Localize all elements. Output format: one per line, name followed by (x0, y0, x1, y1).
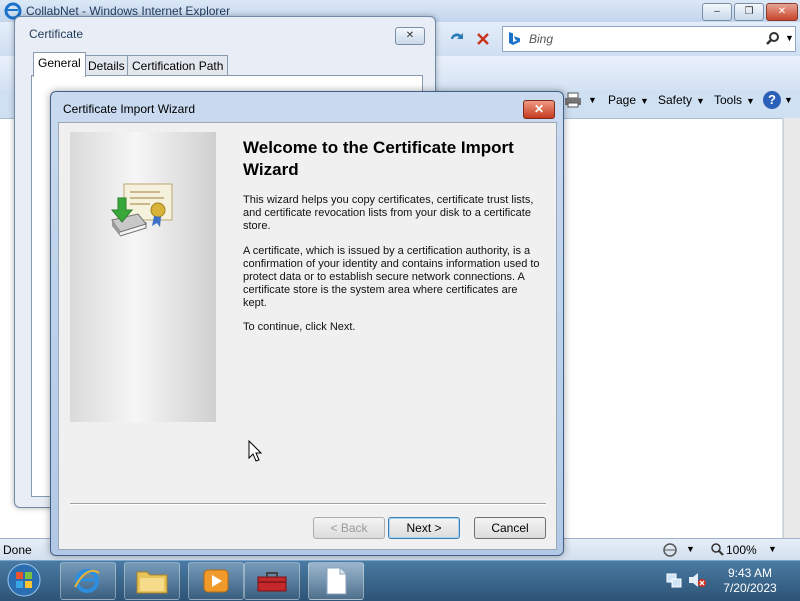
zoom-dropdown-icon[interactable]: ▼ (768, 544, 777, 554)
taskbar-media-player[interactable] (188, 562, 244, 600)
wizard-close-button[interactable]: ✕ (523, 100, 555, 119)
system-clock[interactable]: 9:43 AM 7/20/2023 (706, 566, 794, 596)
network-icon[interactable] (666, 572, 682, 588)
certificate-dialog-close-button[interactable]: ✕ (395, 27, 425, 45)
certificate-import-wizard: Certificate Import Wizard ✕ Welcome to t… (50, 91, 564, 556)
volume-muted-icon[interactable] (688, 572, 706, 588)
ie-close-button[interactable]: ✕ (766, 3, 798, 21)
taskbar-toolbox-app[interactable] (244, 562, 300, 600)
search-icon[interactable] (765, 31, 781, 47)
zoom-icon (711, 543, 724, 556)
wizard-body: Welcome to the Certificate Import Wizard… (58, 122, 557, 550)
folder-icon (136, 571, 168, 594)
media-player-icon (203, 569, 229, 593)
search-placeholder: Bing (529, 32, 554, 46)
wizard-side-banner (70, 132, 216, 422)
internet-explorer-icon (74, 569, 100, 593)
wizard-paragraph-1: This wizard helps you copy certificates,… (243, 194, 534, 232)
page-menu[interactable]: Page ▼ (608, 93, 649, 107)
clock-date: 7/20/2023 (723, 581, 777, 595)
start-button-icon[interactable] (4, 562, 44, 598)
document-icon (326, 567, 347, 595)
wizard-paragraph-3: To continue, click Next. (243, 321, 356, 333)
tab-details[interactable]: Details (83, 55, 130, 76)
zoom-level[interactable]: 100% (726, 543, 757, 557)
certificate-dialog-title: Certificate (29, 27, 84, 41)
protected-mode-icon[interactable] (662, 542, 678, 558)
status-text: Done (3, 543, 32, 557)
cancel-button[interactable]: Cancel (474, 517, 546, 539)
maximize-button[interactable]: ❐ (734, 3, 764, 21)
tools-menu[interactable]: Tools ▼ (714, 93, 755, 107)
bing-logo-icon (509, 32, 520, 45)
clock-time: 9:43 AM (727, 566, 773, 580)
wizard-paragraph-2: A certificate, which is issued by a cert… (243, 245, 540, 309)
mouse-cursor-icon (248, 440, 262, 462)
wizard-title: Certificate Import Wizard (63, 102, 196, 116)
search-box[interactable]: Bing ▼ (502, 26, 796, 52)
safety-menu[interactable]: Safety ▼ (658, 93, 705, 107)
toolbox-icon (257, 572, 287, 592)
stop-icon[interactable] (472, 28, 494, 50)
tab-general[interactable]: General (33, 52, 86, 77)
minimize-button[interactable]: – (702, 3, 732, 21)
refresh-icon[interactable] (446, 28, 468, 50)
taskbar-internet-explorer[interactable] (60, 562, 116, 600)
help-dropdown-icon[interactable]: ▼ (784, 95, 793, 105)
tab-certification-path[interactable]: Certification Path (127, 55, 229, 76)
help-icon[interactable]: ? (763, 91, 781, 109)
certificate-import-icon (110, 183, 173, 237)
wizard-divider (70, 503, 546, 505)
print-dropdown-icon[interactable]: ▼ (588, 95, 597, 105)
vertical-scrollbar[interactable] (783, 118, 800, 538)
print-icon[interactable] (564, 92, 582, 108)
next-button[interactable]: Next > (388, 517, 460, 539)
wizard-heading: Welcome to the Certificate Import Wizard (243, 138, 514, 179)
protected-mode-dropdown-icon[interactable]: ▼ (686, 544, 695, 554)
back-button[interactable]: < Back (313, 517, 385, 539)
taskbar-document-app[interactable] (308, 562, 364, 600)
search-dropdown-icon[interactable]: ▼ (785, 33, 794, 43)
taskbar-windows-explorer[interactable] (124, 562, 180, 600)
